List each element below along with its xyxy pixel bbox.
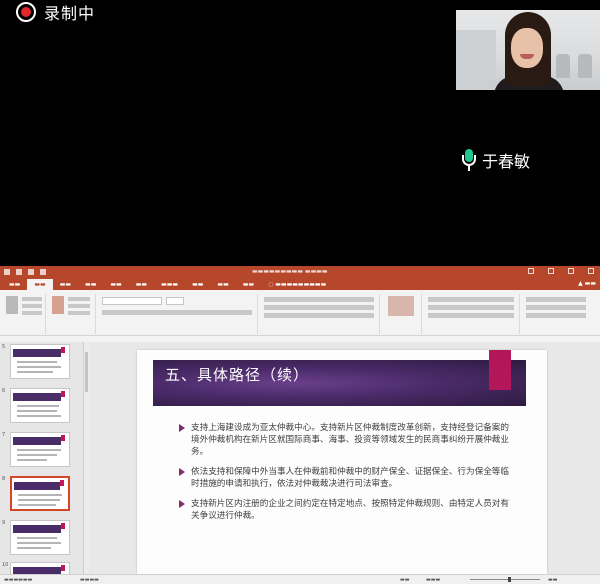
slide-thumbnail[interactable] — [10, 388, 70, 423]
ribbon-tabs: ▬▬ ▬▬ ▬▬ ▬▬ ▬▬ ▬▬ ▬▬▬ ▬▬ ▬▬ ▬▬ ◌ ▬▬▬▬▬▬▬… — [0, 278, 600, 290]
tab-home[interactable]: ▬▬ — [27, 279, 53, 290]
bullet-item: 依法支持和保障中外当事人在仲裁前和仲裁中的财产保全、证据保全、行为保全等临时措施… — [179, 466, 509, 490]
group-paragraph[interactable] — [260, 294, 380, 334]
bullet-arrow-icon — [179, 500, 185, 508]
current-slide[interactable]: 五、具体路径（续） 支持上海建设成为亚太仲裁中心。支持新片区仲裁制度改革创新，支… — [137, 350, 547, 574]
share-button[interactable]: ▲ ▬▬ — [578, 280, 596, 287]
slide-title[interactable]: 五、具体路径（续） — [165, 364, 309, 385]
status-zoom-level[interactable]: ▬▬ — [548, 577, 557, 583]
bullet-item: 支持新片区内注册的企业之间约定在特定地点、按照特定仲裁规则、由特定人员对有关争议… — [179, 498, 509, 522]
slide-thumbnail[interactable] — [10, 432, 70, 467]
group-font[interactable] — [98, 294, 258, 334]
slide-thumbnail[interactable] — [10, 562, 70, 575]
group-slides[interactable] — [48, 294, 96, 334]
thumbnail-number: 8 — [2, 476, 6, 482]
group-editing[interactable] — [522, 294, 598, 334]
speaker-name: 于春敏 — [482, 152, 531, 171]
status-slide-info: ▬▬▬▬▬▬ — [4, 577, 33, 583]
zoom-slider[interactable] — [470, 579, 540, 580]
tab-view[interactable]: ▬▬ — [210, 279, 235, 290]
tab-animations[interactable]: ▬▬ — [129, 279, 154, 290]
thumbnail-number: 9 — [2, 520, 6, 526]
bullet-text: 支持新片区内注册的企业之间约定在特定地点、按照特定仲裁规则、由特定人员对有关争议… — [191, 499, 509, 521]
record-icon — [16, 2, 36, 22]
tab-transitions[interactable]: ▬▬ — [103, 279, 128, 290]
recording-indicator: 录制中 — [16, 1, 95, 23]
group-clipboard[interactable] — [2, 294, 46, 334]
tab-file[interactable]: ▬▬ — [2, 279, 27, 290]
thumbnail-number: 10 — [2, 562, 9, 568]
thumbnail-number: 6 — [2, 388, 6, 394]
tab-slideshow[interactable]: ▬▬▬ — [154, 279, 185, 290]
quick-access-toolbar[interactable] — [0, 269, 46, 275]
accent-bar — [489, 350, 511, 390]
meeting-screen: 录制中 于春敏 ▬▬▬▬▬▬▬▬▬ ▬▬▬▬ ▬▬ ▬▬ ▬▬ ▬▬ ▬▬ ▬▬… — [0, 0, 600, 584]
slide-thumbnail[interactable] — [10, 520, 70, 555]
group-drawing[interactable] — [382, 294, 422, 334]
participant-video[interactable] — [456, 10, 600, 90]
bullet-arrow-icon — [179, 424, 185, 432]
recording-label: 录制中 — [44, 4, 96, 23]
slide-thumbnails-pane: 5 6 7 8 9 10 — [0, 342, 84, 575]
tell-me-search[interactable]: ◌ ▬▬▬▬▬▬▬▬▬ — [261, 279, 333, 290]
tab-review[interactable]: ▬▬ — [185, 279, 210, 290]
microphone-icon — [462, 149, 476, 171]
group-arrange[interactable] — [424, 294, 520, 334]
bullet-text: 支持上海建设成为亚太仲裁中心。支持新片区仲裁制度改革创新，支持经登记备案的境外仲… — [191, 423, 509, 457]
ribbon-home — [0, 290, 600, 336]
window-controls[interactable] — [528, 268, 594, 274]
status-comments[interactable]: ▬▬▬ — [426, 577, 440, 583]
slide-body[interactable]: 支持上海建设成为亚太仲裁中心。支持新片区仲裁制度改革创新，支持经登记备案的境外仲… — [179, 422, 509, 530]
active-speaker: 于春敏 — [462, 148, 530, 172]
bullet-item: 支持上海建设成为亚太仲裁中心。支持新片区仲裁制度改革创新，支持经登记备案的境外仲… — [179, 422, 509, 458]
slide-thumbnail[interactable] — [10, 344, 70, 379]
shared-screen-powerpoint: ▬▬▬▬▬▬▬▬▬ ▬▬▬▬ ▬▬ ▬▬ ▬▬ ▬▬ ▬▬ ▬▬ ▬▬▬ ▬▬ … — [0, 266, 600, 584]
slide-thumbnail-selected[interactable] — [10, 476, 70, 511]
document-title: ▬▬▬▬▬▬▬▬▬ ▬▬▬▬ — [252, 268, 328, 275]
status-notes[interactable]: ▬▬ — [400, 577, 409, 583]
status-language: ▬▬▬▬ — [80, 577, 99, 583]
tab-insert[interactable]: ▬▬ — [53, 279, 78, 290]
bullet-arrow-icon — [179, 468, 185, 476]
thumbnail-number: 5 — [2, 344, 6, 350]
tab-help[interactable]: ▬▬ — [236, 279, 261, 290]
window-titlebar: ▬▬▬▬▬▬▬▬▬ ▬▬▬▬ — [0, 266, 600, 278]
zoom-slider-handle[interactable] — [508, 577, 511, 582]
tab-design[interactable]: ▬▬ — [78, 279, 103, 290]
slide-editing-area: 五、具体路径（续） 支持上海建设成为亚太仲裁中心。支持新片区仲裁制度改革创新，支… — [89, 342, 600, 574]
bullet-text: 依法支持和保障中外当事人在仲裁前和仲裁中的财产保全、证据保全、行为保全等临时措施… — [191, 467, 509, 489]
thumbnail-number: 7 — [2, 432, 6, 438]
status-bar: ▬▬▬▬▬▬ ▬▬▬▬ ▬▬ ▬▬▬ ▬▬ — [0, 574, 600, 584]
